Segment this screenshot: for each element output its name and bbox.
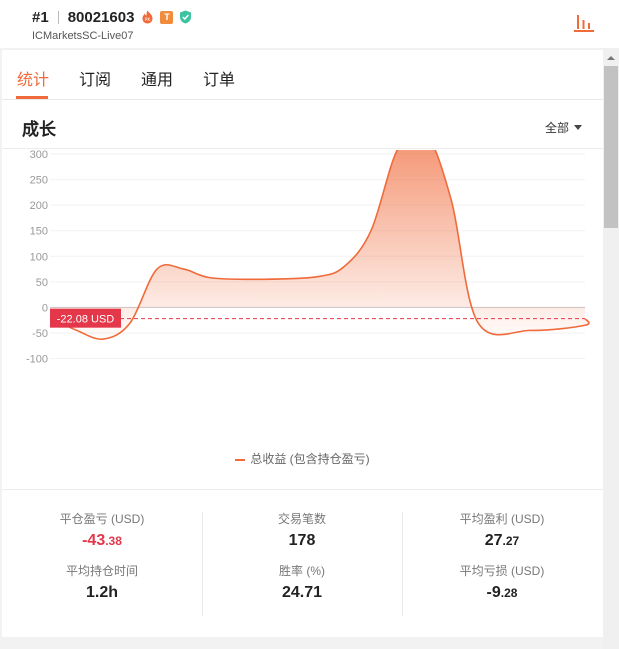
- scroll-area: 统计 订阅 通用 订单 成长 全部 300 250 200 150 100 50…: [0, 48, 619, 649]
- title-separator: [57, 10, 59, 24]
- stat-label: 胜率 (%): [279, 564, 325, 578]
- account-title-line: #1 80021603 PK T: [32, 7, 192, 27]
- stat-value: 178: [288, 532, 316, 549]
- stat-label: 平均亏损 (USD): [459, 564, 545, 578]
- account-header: #1 80021603 PK T ICMarketsSC-Live07: [0, 0, 619, 48]
- stat-label: 平仓盈亏 (USD): [59, 512, 145, 526]
- stat-closed-pnl: 平仓盈亏 (USD) -43.38: [2, 510, 202, 550]
- tab-general[interactable]: 通用: [141, 66, 173, 90]
- tab-bar: 统计 订阅 通用 订单: [2, 50, 603, 100]
- stat-value: 27.27: [484, 532, 520, 549]
- stat-label: 平均持仓时间: [65, 564, 138, 578]
- stats-panel: 平仓盈亏 (USD) -43.38 交易笔数 178 平均盈利 (USD) 27…: [2, 490, 603, 637]
- stat-value: -9.28: [486, 584, 518, 601]
- stat-trade-count: 交易笔数 178: [202, 510, 402, 550]
- growth-title: 成长: [22, 120, 56, 139]
- legend-label: 总收益 (包含持仓盈亏): [250, 452, 370, 466]
- stat-avg-hold-time: 平均持仓时间 1.2h: [2, 562, 202, 602]
- shield-check-icon: [180, 10, 192, 24]
- t-badge-icon: T: [160, 10, 174, 24]
- stat-avg-loss: 平均亏损 (USD) -9.28: [402, 562, 602, 602]
- active-tab-indicator: [16, 96, 48, 99]
- tab-orders[interactable]: 订单: [203, 66, 235, 90]
- y-tick-label: 150: [30, 226, 48, 238]
- y-tick-label: -100: [26, 354, 48, 366]
- range-dropdown[interactable]: 全部: [545, 119, 583, 136]
- scrollbar-thumb[interactable]: [604, 66, 618, 228]
- badge-group: PK T: [141, 10, 192, 24]
- y-tick-label: 250: [30, 175, 48, 187]
- rank-label: #1: [32, 8, 49, 26]
- y-tick-label: 50: [36, 277, 48, 289]
- chevron-down-icon: [574, 125, 583, 130]
- stat-label: 交易笔数: [277, 512, 326, 526]
- tab-stats[interactable]: 统计: [17, 66, 49, 90]
- stat-value: 24.71: [281, 584, 323, 601]
- growth-chart-svg: 350300250200150100500-50-10020 Oct21 Oct…: [26, 124, 601, 483]
- growth-section-header: 成长 全部: [2, 101, 603, 149]
- y-tick-label: 200: [30, 200, 48, 212]
- range-dropdown-label: 全部: [545, 121, 570, 135]
- y-tick-label: 300: [30, 150, 48, 161]
- legend-swatch: [235, 458, 246, 461]
- series-area: [50, 127, 589, 340]
- tab-subscribe[interactable]: 订阅: [79, 66, 111, 90]
- stat-value: 1.2h: [85, 584, 118, 601]
- growth-chart: 350300250200150100500-50-10020 Oct21 Oct…: [2, 124, 603, 483]
- stat-label: 平均盈利 (USD): [459, 512, 545, 526]
- server-name: ICMarketsSC-Live07: [32, 30, 134, 42]
- account-number: 80021603: [67, 8, 135, 26]
- chart-legend[interactable]: 总收益 (包含持仓盈亏): [2, 450, 603, 467]
- y-tick-label: 0: [42, 302, 48, 314]
- trader-stats-page: #1 80021603 PK T ICMarketsSC-Live07 统计 订…: [0, 0, 619, 649]
- y-tick-label: -50: [32, 328, 48, 340]
- current-value-label: -22.08 USD: [57, 314, 115, 326]
- y-tick-label: 100: [30, 251, 48, 263]
- content-card: 统计 订阅 通用 订单 成长 全部 300 250 200 150 100 50…: [2, 50, 603, 637]
- stat-avg-profit: 平均盈利 (USD) 27.27: [402, 510, 602, 550]
- stat-value: -43.38: [82, 532, 122, 549]
- scroll-up-arrow-icon[interactable]: [604, 52, 618, 64]
- stat-win-rate: 胜率 (%) 24.71: [202, 562, 402, 602]
- bar-chart-icon[interactable]: [572, 12, 596, 34]
- fire-icon: PK: [142, 10, 153, 24]
